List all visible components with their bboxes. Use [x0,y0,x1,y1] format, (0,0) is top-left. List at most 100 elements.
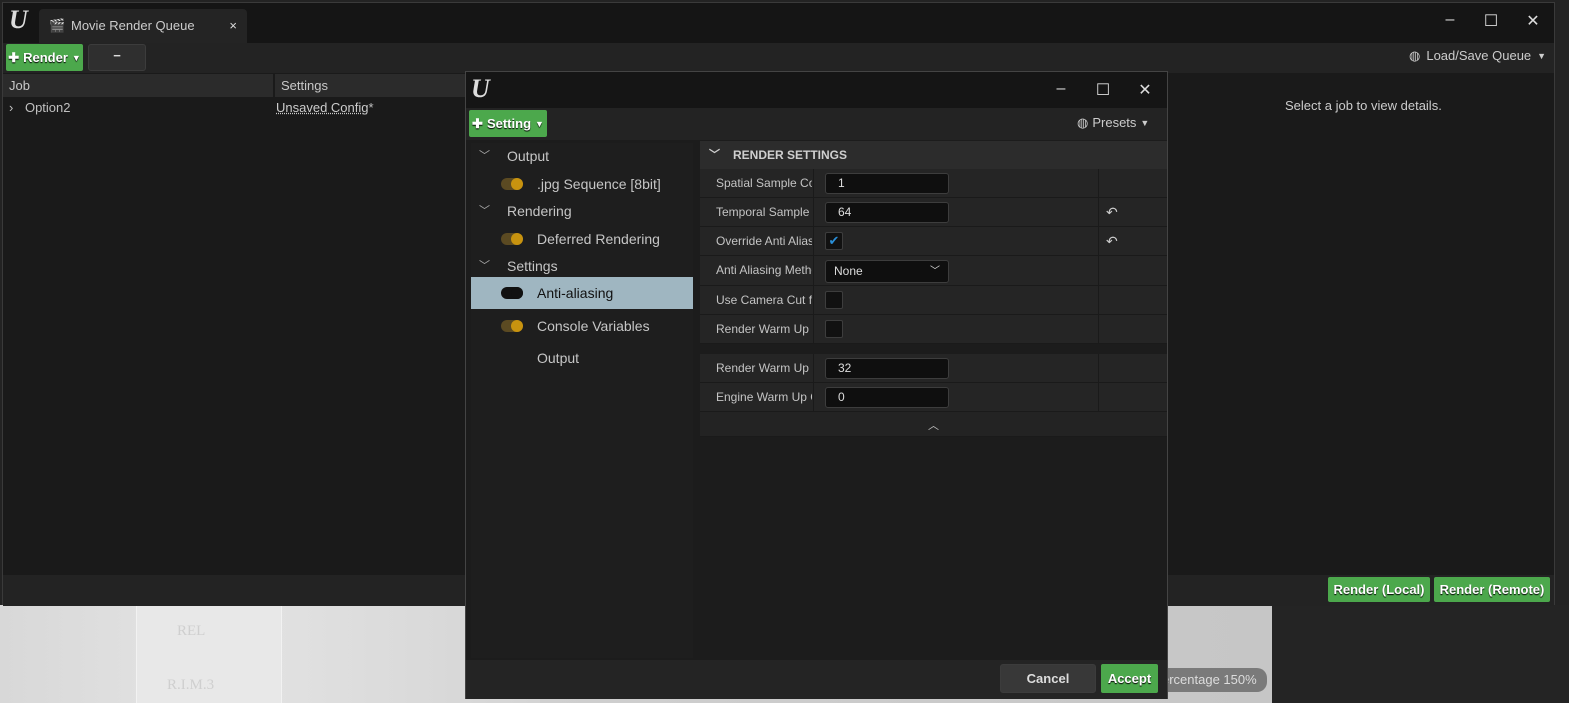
property-temporal-sample-count: Temporal Sample Count 64 ↶ [700,198,1167,227]
property-anti-aliasing-method: Anti Aliasing Method None ﹀ [700,256,1167,286]
title-bar: U 🎬 Movie Render Queue × – ☐ ✕ [3,3,1554,43]
caret-down-icon: ▼ [71,52,81,63]
engine-warm-up-count-input[interactable]: 0 [825,387,949,408]
maximize-button[interactable]: ☐ [1476,11,1506,31]
enable-toggle[interactable] [501,233,523,245]
caret-down-icon: ▼ [1140,118,1150,128]
maximize-button[interactable]: ☐ [1088,80,1118,100]
chevron-down-icon: ﹀ [709,149,720,161]
tree-label: Anti-aliasing [537,285,614,301]
dialog-title-bar: U – ☐ ✕ [466,72,1167,108]
property-label: Temporal Sample Count [716,205,812,219]
plus-icon: ✚ [472,115,483,131]
details-panel: ﹀ RENDER SETTINGS Spatial Sample Count1 … [700,141,1167,661]
job-name: Option2 [24,100,71,115]
table-row[interactable]: › Option2 [9,97,71,119]
remove-job-button[interactable]: − [88,44,146,71]
add-setting-button[interactable]: ✚ Setting ▼ [469,110,547,137]
enable-toggle[interactable] [501,178,523,190]
chevron-down-icon: ﹀ [479,150,490,162]
tree-item-deferred-rendering[interactable]: Deferred Rendering [471,224,693,254]
tree-item-output[interactable]: Output [471,343,693,373]
viewport-object: REL R.I.M.3 [136,605,282,703]
tree-item-jpg-sequence[interactable]: .jpg Sequence [8bit] [471,169,693,199]
clapperboard-icon: 🎬 [49,18,66,33]
tree-label: Rendering [507,203,572,219]
anti-aliasing-method-dropdown[interactable]: None ﹀ [825,260,949,283]
presets-icon: ◍ [1077,115,1089,130]
tree-category-rendering[interactable]: ﹀ Rendering [471,196,693,226]
minimize-button[interactable]: – [1435,11,1465,29]
property-label: Anti Aliasing Method [716,263,812,277]
presets-label: Presets [1092,115,1137,130]
spatial-sample-count-input[interactable]: 1 [825,173,949,194]
property-spatial-sample-count: Spatial Sample Count 1 [700,169,1167,198]
add-render-button[interactable]: ✚ Render ▼ [6,44,83,71]
tree-label: Settings [507,258,558,274]
close-tab-icon[interactable]: × [229,9,237,43]
property-engine-warm-up-count: Engine Warm Up Count 0 [700,383,1167,412]
reset-to-default-icon[interactable]: ↶ [1106,227,1118,256]
tree-item-console-variables[interactable]: Console Variables [471,311,693,341]
dialog-toolbar: ✚ Setting ▼ ◍ Presets ▼ [466,108,1167,140]
expand-chevron-icon[interactable]: › [9,100,13,115]
column-header-settings[interactable]: Settings [274,74,466,97]
property-label: Override Anti Aliasing [716,234,812,248]
caret-down-icon: ▼ [1537,51,1547,61]
details-placeholder: Select a job to view details. [1285,98,1442,113]
editor-panel [1272,605,1569,703]
reset-to-default-icon[interactable]: ↶ [1106,198,1118,227]
caret-down-icon: ▼ [535,118,544,129]
settings-cell: Unsaved Config* [276,97,374,119]
property-label: Render Warm Up Frames [716,322,812,336]
close-button[interactable]: ✕ [1518,11,1548,31]
tree-label: Output [507,148,550,164]
close-button[interactable]: ✕ [1130,80,1160,100]
property-render-warm-up-count: Render Warm Up Count 32 [700,354,1167,383]
tree-label: Console Variables [537,318,650,334]
tree-label: Output [537,350,580,366]
property-label: Spatial Sample Count [716,176,812,190]
enable-toggle[interactable] [501,320,523,332]
column-header-job[interactable]: Job [3,74,273,97]
accept-button[interactable]: Accept [1101,664,1158,693]
render-warm-up-count-input[interactable]: 32 [825,358,949,379]
dialog-footer: Cancel Accept [466,660,1167,699]
load-save-queue-button[interactable]: ◍ Load/Save Queue ▼ [1409,48,1546,64]
tab-title: Movie Render Queue [71,18,195,33]
render-local-button[interactable]: Render (Local) [1328,577,1430,602]
unreal-logo-icon: U [9,5,28,34]
tree-item-anti-aliasing[interactable]: Anti-aliasing [471,277,693,309]
render-settings-dialog: U – ☐ ✕ ✚ Setting ▼ ◍ Presets ▼ ﹀ Output .jpg… [465,71,1168,699]
render-remote-button[interactable]: Render (Remote) [1434,577,1550,602]
override-anti-aliasing-checkbox[interactable]: ✔ [825,232,843,250]
cancel-button[interactable]: Cancel [1000,664,1096,693]
property-label: Use Camera Cut for Warm Up [716,293,812,307]
presets-button[interactable]: ◍ Presets ▼ [1077,115,1149,131]
tree-category-output[interactable]: ﹀ Output [471,141,693,171]
toolbar: ✚ Render ▼ − ◍ Load/Save Queue ▼ [3,43,1554,73]
setting-label: Setting [486,116,532,131]
queue-icon: ◍ [1409,48,1421,63]
property-render-warm-up-frames: Render Warm Up Frames [700,315,1167,344]
minimize-button[interactable]: – [1046,80,1076,98]
tree-label: Deferred Rendering [537,231,660,247]
enable-toggle[interactable] [501,287,523,299]
property-label: Engine Warm Up Count [716,390,812,404]
settings-tree: ﹀ Output .jpg Sequence [8bit] ﹀ Rendering … [471,143,693,658]
render-warm-up-frames-checkbox[interactable] [825,320,843,338]
collapse-advanced-button[interactable]: ︿ [700,412,1167,437]
load-save-label: Load/Save Queue [1426,48,1532,63]
property-use-camera-cut: Use Camera Cut for Warm Up [700,286,1167,315]
use-camera-cut-checkbox[interactable] [825,291,843,309]
tree-label: .jpg Sequence [8bit] [537,176,661,192]
temporal-sample-count-input[interactable]: 64 [825,202,949,223]
section-header-render-settings[interactable]: ﹀ RENDER SETTINGS [700,141,1167,169]
tab-movie-render-queue[interactable]: 🎬 Movie Render Queue × [39,9,247,43]
property-label: Render Warm Up Count [716,361,812,375]
property-override-anti-aliasing: Override Anti Aliasing ✔ ↶ [700,227,1167,256]
modified-marker: * [368,100,374,115]
config-link[interactable]: Unsaved Config [276,100,369,115]
selected-value: None [834,264,863,278]
chevron-down-icon: ﹀ [479,205,490,217]
